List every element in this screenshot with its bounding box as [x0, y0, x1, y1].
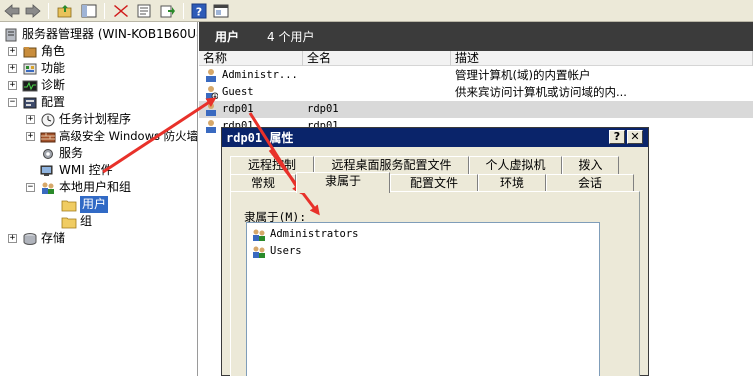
list-item[interactable]: Administrators	[251, 226, 359, 243]
firewall-icon	[40, 130, 56, 144]
expand-icon[interactable]: +	[8, 47, 17, 56]
tab-environment[interactable]: 环境	[478, 174, 546, 192]
group-name: Users	[270, 245, 302, 257]
toolbar-separator	[183, 3, 184, 19]
toolbar-separator	[104, 3, 105, 19]
back-icon[interactable]	[3, 2, 21, 20]
tree-item-label: 服务	[59, 146, 84, 160]
group-icon	[251, 245, 267, 259]
tree-item-label: 服务器管理器 (WIN-KOB1B60U88	[22, 27, 198, 41]
column-header-name[interactable]: 名称	[199, 51, 303, 66]
user-description: 供来宾访问计算机或访问域的内...	[455, 85, 627, 99]
tab-dial-in[interactable]: 拨入	[562, 156, 619, 174]
tree-item-label: 高级安全 Windows 防火墙	[59, 129, 198, 143]
tree-item-features[interactable]: + 功能	[8, 60, 65, 77]
users-group-icon	[40, 181, 56, 195]
expand-icon[interactable]: +	[8, 64, 17, 73]
tree-item-groups[interactable]: 组	[61, 213, 92, 230]
clock-icon	[40, 113, 56, 127]
user-name: Guest	[222, 86, 254, 98]
tree-item-label: 配置	[41, 95, 66, 109]
tree-item-configuration[interactable]: − 配置	[8, 94, 65, 111]
member-of-panel: 隶属于(M): Administrators Users	[230, 191, 640, 376]
pane-title: 用户	[215, 30, 240, 44]
tree-item-server-manager[interactable]: 服务器管理器 (WIN-KOB1B60U88	[3, 26, 198, 43]
column-header-description[interactable]: 描述	[451, 51, 753, 66]
roles-icon	[22, 45, 38, 59]
svg-text:?: ?	[196, 6, 202, 19]
show-hide-tree-icon[interactable]	[80, 2, 98, 20]
folder-icon	[61, 215, 77, 229]
pane-header: 用户 4 个用户	[199, 22, 753, 51]
configuration-icon	[22, 96, 38, 110]
tree-item-label: WMI 控件	[59, 163, 113, 177]
table-row[interactable]: Administr... 管理计算机(域)的内置帐户	[199, 67, 753, 84]
tree-item-label: 任务计划程序	[59, 112, 132, 126]
expand-icon[interactable]: +	[8, 234, 17, 243]
tab-member-of[interactable]: 隶属于	[296, 172, 390, 193]
features-icon	[22, 62, 38, 76]
tree-item-wmi-control[interactable]: WMI 控件	[40, 162, 113, 179]
toolbar-separator	[48, 3, 49, 19]
dialog-titlebar[interactable]: rdp01 属性 ? ✕	[222, 128, 648, 147]
expand-icon[interactable]: +	[8, 81, 17, 90]
tree-item-label: 角色	[41, 44, 66, 58]
tree-item-label: 存储	[41, 231, 66, 245]
group-name: Administrators	[270, 228, 359, 240]
delete-icon[interactable]	[112, 2, 130, 20]
tree-item-storage[interactable]: + 存储	[8, 230, 65, 247]
up-folder-icon[interactable]	[56, 2, 74, 20]
toolbar: ?	[0, 0, 753, 22]
collapse-icon[interactable]: −	[8, 98, 17, 107]
console-icon[interactable]	[212, 2, 230, 20]
tree-item-label: 用户	[80, 196, 109, 213]
close-button[interactable]: ✕	[627, 130, 643, 144]
user-name: Administr...	[222, 69, 298, 81]
expand-icon[interactable]: +	[26, 132, 35, 141]
collapse-icon[interactable]: −	[26, 183, 35, 192]
gear-icon	[40, 147, 56, 161]
list-item[interactable]: Users	[251, 243, 302, 260]
folder-icon	[61, 198, 77, 212]
tree-item-label: 诊断	[41, 78, 66, 92]
column-headers: 名称 全名 描述	[199, 51, 753, 66]
tab-profile[interactable]: 配置文件	[390, 174, 478, 192]
table-row[interactable]: Guest 供来宾访问计算机或访问域的内...	[199, 84, 753, 101]
member-of-list[interactable]: Administrators Users	[246, 222, 600, 376]
tree-item-roles[interactable]: + 角色	[8, 43, 65, 60]
group-icon	[251, 228, 267, 242]
tree-item-local-users-groups[interactable]: − 本地用户和组	[26, 179, 131, 196]
wmi-icon	[40, 164, 56, 178]
user-icon	[204, 119, 218, 139]
storage-icon	[22, 232, 38, 246]
diagnostics-icon	[22, 79, 38, 93]
user-description: 管理计算机(域)的内置帐户	[455, 68, 591, 82]
tree-item-services[interactable]: 服务	[40, 145, 83, 162]
forward-icon[interactable]	[24, 2, 42, 20]
expand-icon[interactable]: +	[26, 115, 35, 124]
user-fullname: rdp01	[307, 103, 339, 115]
tree-item-label: 功能	[41, 61, 66, 75]
tree-item-task-scheduler[interactable]: + 任务计划程序	[26, 111, 131, 128]
tree-item-label: 组	[80, 214, 93, 228]
server-icon	[3, 28, 19, 42]
export-icon[interactable]	[159, 2, 177, 20]
tab-personal-vm[interactable]: 个人虚拟机	[469, 156, 562, 174]
tree-item-firewall[interactable]: + 高级安全 Windows 防火墙	[26, 128, 198, 145]
table-row[interactable]: rdp01 rdp01	[199, 101, 753, 118]
tab-sessions[interactable]: 会话	[546, 174, 634, 192]
help-icon[interactable]: ?	[190, 2, 208, 20]
tree-item-label: 本地用户和组	[59, 180, 132, 194]
properties-icon[interactable]	[135, 2, 153, 20]
tree-item-diagnostics[interactable]: + 诊断	[8, 77, 65, 94]
user-count: 4 个用户	[267, 30, 315, 44]
user-name: rdp01	[222, 103, 254, 115]
dialog-title: rdp01 属性	[226, 131, 294, 145]
help-button[interactable]: ?	[609, 130, 625, 144]
tree-item-users[interactable]: 用户	[61, 196, 109, 213]
column-header-fullname[interactable]: 全名	[303, 51, 451, 66]
tab-general[interactable]: 常规	[230, 174, 296, 192]
navigation-tree: 服务器管理器 (WIN-KOB1B60U88 + 角色 + 功能 + 诊断 − …	[0, 22, 198, 376]
user-properties-dialog: rdp01 属性 ? ✕ 远程控制 远程桌面服务配置文件 个人虚拟机 拨入 常规…	[221, 127, 649, 376]
